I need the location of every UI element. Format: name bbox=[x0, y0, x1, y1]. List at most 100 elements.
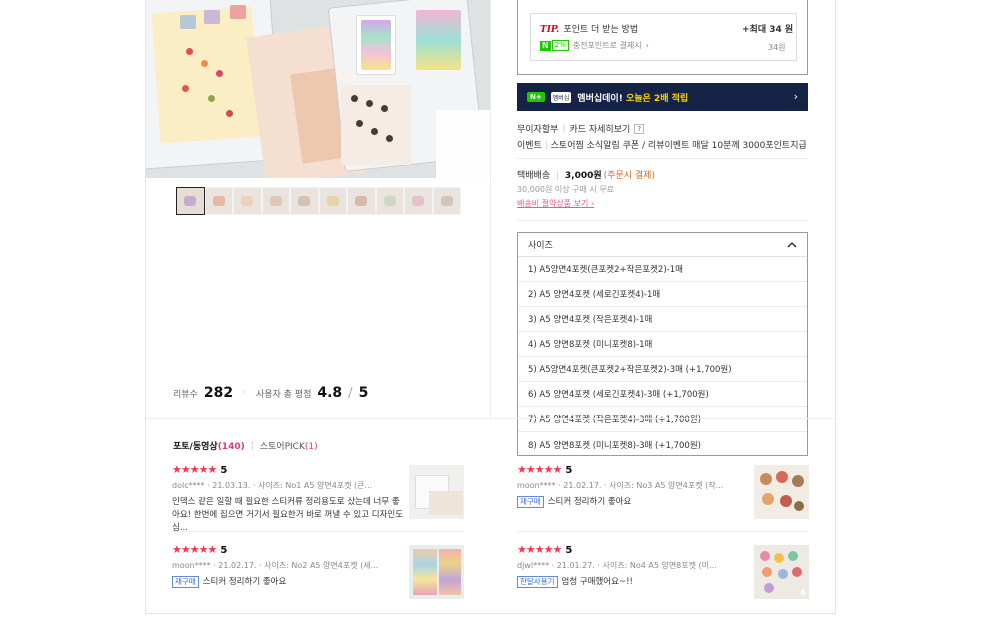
review-date: 21.02.17. bbox=[563, 481, 602, 490]
month-use-badge: 한달사용기 bbox=[517, 576, 558, 588]
review-text-row: 재구매 스티커 정리하기 좋아요 bbox=[517, 496, 747, 509]
divider bbox=[172, 531, 464, 532]
review-score: 5 bbox=[220, 545, 228, 556]
bar-divider: | bbox=[544, 141, 548, 151]
size-option[interactable]: 1) A5양면4포켓(큰포켓2+작은포켓2)-1매 bbox=[518, 257, 807, 282]
review-tabs: 포토/동영상(140) | 스토어PICK(1) bbox=[173, 439, 318, 453]
size-option[interactable]: 3) A5 양면4포켓 (작은포켓4)-1매 bbox=[518, 307, 807, 332]
star-rating: ★★★★★ bbox=[517, 543, 562, 556]
review-text: 엄청 구매했어요~!! bbox=[561, 577, 633, 587]
product-thumbnail[interactable] bbox=[375, 187, 404, 215]
membership-banner[interactable]: N+ 멤버십 멤버십데이! 오늘은 2배 적립 › bbox=[517, 83, 808, 111]
score-value: 4.8 bbox=[317, 385, 343, 401]
chevron-up-icon bbox=[787, 242, 797, 248]
product-main-image[interactable] bbox=[146, 0, 490, 178]
tab-photo-count: (140) bbox=[217, 442, 245, 452]
tip-inner-box bbox=[530, 13, 797, 61]
size-label: 사이즈 bbox=[528, 241, 553, 251]
size-option[interactable]: 8) A5 양면8포켓 (미니포켓8)-3매 (+1,700원) bbox=[518, 432, 807, 457]
review-photo[interactable] bbox=[409, 545, 464, 599]
product-thumbnail[interactable] bbox=[176, 187, 205, 215]
size-dropdown[interactable]: 사이즈 1) A5양면4포켓(큰포켓2+작은포켓2)-1매 2) A5 양면4포켓… bbox=[517, 232, 808, 456]
review-count-label: 리뷰수 bbox=[173, 389, 198, 400]
review-date: 21.02.17. bbox=[218, 561, 257, 570]
review-text-row: 재구매 스티커 정리하기 좋아요 bbox=[172, 576, 406, 589]
thumbnail-strip bbox=[176, 187, 461, 215]
dot-separator: · bbox=[243, 388, 246, 398]
column-divider bbox=[490, 0, 491, 418]
repurchase-badge: 재구매 bbox=[517, 496, 544, 508]
review-score: 5 bbox=[565, 465, 573, 476]
review-photo[interactable] bbox=[409, 465, 464, 519]
shipping-row: 택배배송 | 3,000원 (주문시 결제) bbox=[517, 168, 655, 181]
review-count: 282 bbox=[203, 385, 234, 401]
review-option: 사이즈: No3 A5 양면4포켓 (작... bbox=[609, 481, 724, 490]
review-option: 사이즈: No2 A5 양면4포켓 (세... bbox=[264, 561, 379, 570]
score-slash: / bbox=[348, 385, 353, 401]
banner-text: 멤버십데이! 오늘은 2배 적립 bbox=[577, 91, 688, 104]
review-score: 5 bbox=[220, 465, 228, 476]
bar-divider: | bbox=[556, 171, 560, 181]
score-label: 사용자 총 평점 bbox=[255, 389, 312, 400]
npay-percent: 2% bbox=[551, 40, 569, 51]
product-thumbnail[interactable] bbox=[204, 187, 233, 215]
rating-summary: 리뷰수 282 · 사용자 총 평점 4.8 / 5 bbox=[173, 385, 368, 401]
npay-icon: N bbox=[540, 40, 551, 51]
tip-title: TIP. 포인트 더 받는 방법 bbox=[540, 22, 638, 35]
tip-desc: 충전포인트로 결제시 bbox=[572, 41, 642, 50]
bar-divider: | bbox=[562, 123, 566, 134]
divider bbox=[517, 220, 808, 221]
shipping-fee: 3,000원 bbox=[564, 171, 602, 181]
review-meta: moon**** · 21.02.17. · 사이즈: No3 A5 양면4포켓… bbox=[517, 481, 724, 490]
shipping-free: 30,000원 이상 구매 시 무료 bbox=[517, 185, 615, 194]
product-thumbnail[interactable] bbox=[318, 187, 347, 215]
chevron-right-icon: › bbox=[590, 199, 595, 208]
divider bbox=[517, 531, 808, 532]
score-max: 5 bbox=[358, 385, 369, 401]
shipping-saving-link[interactable]: 배송비 절약상품 보기 › bbox=[517, 198, 594, 209]
tip-npay-row[interactable]: N 2% 충전포인트로 결제시 › bbox=[540, 40, 649, 51]
star-rating: ★★★★★ bbox=[517, 463, 562, 476]
star-rating: ★★★★★ bbox=[172, 463, 217, 476]
review-user: moon**** bbox=[172, 561, 211, 570]
size-option[interactable]: 7) A5 양면4포켓 (작은포켓4)-3매 (+1,700원) bbox=[518, 407, 807, 432]
photo-count: 6 bbox=[800, 588, 806, 597]
tip-title-text: 포인트 더 받는 방법 bbox=[563, 25, 639, 35]
shipping-type: 택배배송 bbox=[517, 171, 551, 181]
tab-photo-video[interactable]: 포토/동영상(140) bbox=[173, 439, 245, 452]
size-option[interactable]: 4) A5 양면8포켓 (미니포켓8)-1매 bbox=[518, 332, 807, 357]
size-option-list: 1) A5양면4포켓(큰포켓2+작은포켓2)-1매 2) A5 양면4포켓 (세로… bbox=[518, 257, 807, 457]
naver-plus-icon: N+ bbox=[527, 92, 545, 102]
product-thumbnail[interactable] bbox=[233, 187, 262, 215]
help-icon[interactable]: ? bbox=[634, 123, 645, 134]
size-option[interactable]: 2) A5 양면4포켓 (세로긴포켓4)-1매 bbox=[518, 282, 807, 307]
shipping-pay: (주문시 결제) bbox=[603, 171, 655, 181]
review-item[interactable]: ★★★★★ 5 moon**** · 21.02.17. · 사이즈: No3 A… bbox=[517, 463, 747, 509]
event-row: 이벤트 | 스토어찜 소식알림 쿠폰 / 리뷰이벤트 매달 10분께 3000포… bbox=[517, 138, 807, 151]
review-item[interactable]: ★★★★★ 5 djwl**** · 21.01.27. · 사이즈: No4 A… bbox=[517, 543, 747, 589]
review-item[interactable]: ★★★★★ 5 moon**** · 21.02.17. · 사이즈: No2 A… bbox=[172, 543, 406, 589]
size-option[interactable]: 6) A5 양면4포켓 (세로긴포켓4)-3매 (+1,700원) bbox=[518, 382, 807, 407]
size-option[interactable]: 5) A5양면4포켓(큰포켓2+작은포켓2)-3매 (+1,700원) bbox=[518, 357, 807, 382]
review-photo[interactable] bbox=[754, 465, 809, 519]
review-meta: moon**** · 21.02.17. · 사이즈: No2 A5 양면4포켓… bbox=[172, 561, 379, 570]
product-thumbnail[interactable] bbox=[290, 187, 319, 215]
repurchase-badge: 재구매 bbox=[172, 576, 199, 588]
tab-store-pick[interactable]: 스토어PICK(1) bbox=[260, 439, 318, 452]
chevron-right-icon: › bbox=[645, 41, 649, 50]
size-select-header[interactable]: 사이즈 bbox=[518, 233, 807, 257]
review-score: 5 bbox=[565, 545, 573, 556]
card-detail-link[interactable]: 카드 자세히보기 bbox=[569, 122, 630, 135]
membership-icon: 멤버십 bbox=[550, 91, 572, 103]
product-thumbnail[interactable] bbox=[347, 187, 376, 215]
review-item[interactable]: ★★★★★ 5 dolc**** · 21.03.13. · 사이즈: No1 A… bbox=[172, 463, 406, 535]
tip-brand: TIP. bbox=[540, 25, 560, 35]
star-rating: ★★★★★ bbox=[172, 543, 217, 556]
product-thumbnail[interactable] bbox=[432, 187, 461, 215]
tab-store-label: 스토어PICK bbox=[259, 442, 305, 452]
product-thumbnail[interactable] bbox=[261, 187, 290, 215]
review-text: 스티커 정리하기 좋아요 bbox=[202, 577, 287, 587]
product-thumbnail[interactable] bbox=[404, 187, 433, 215]
review-photo[interactable]: 6 bbox=[754, 545, 809, 599]
tab-store-count: (1) bbox=[304, 442, 318, 452]
